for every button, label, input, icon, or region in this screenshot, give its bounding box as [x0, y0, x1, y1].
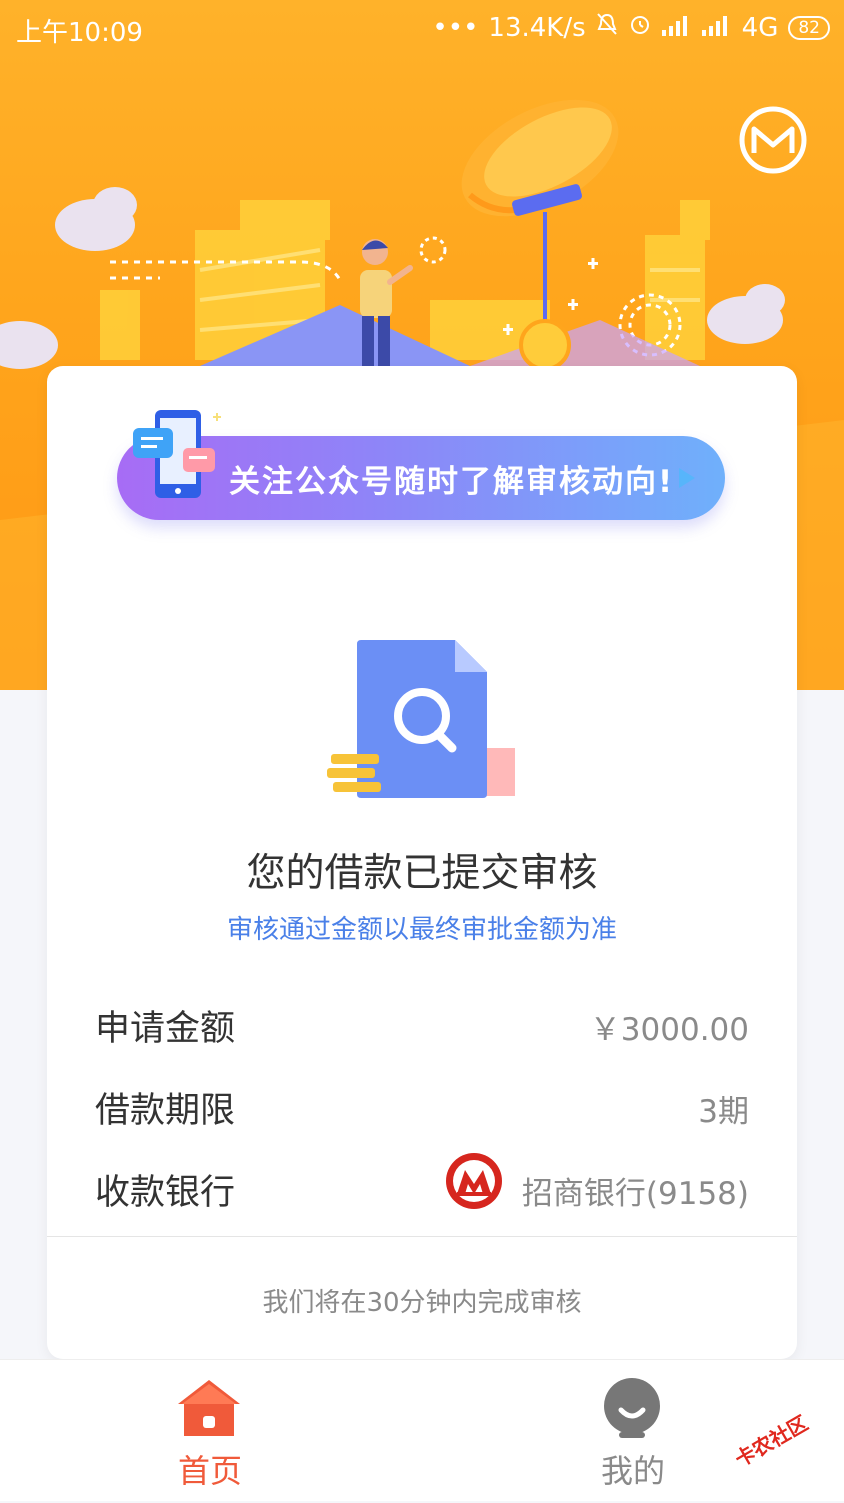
review-subtitle: 审核通过金额以最终审批金额为准 [226, 915, 617, 945]
document-search-icon [327, 640, 515, 798]
alarm-icon [628, 12, 652, 43]
term-value: 3期 [698, 1094, 749, 1130]
signal-icon [661, 13, 692, 43]
nav-mine-label: 我的 [600, 1452, 665, 1490]
status-indicators: ••• 13.4K/s 4G 82 [432, 12, 830, 43]
nav-home-label: 首页 [177, 1452, 242, 1490]
envelope-m-logo-icon[interactable] [738, 105, 808, 175]
follow-account-banner[interactable]: 关注公众号随时了解审核动向! [117, 410, 725, 520]
term-label: 借款期限 [95, 1091, 236, 1131]
amount-value: ￥3000.00 [589, 1012, 749, 1048]
status-time: 上午10:09 [16, 18, 143, 48]
review-time-note: 我们将在30分钟内完成审核 [262, 1288, 582, 1318]
detail-row-amount: 申请金额 ￥3000.00 [95, 1000, 749, 1050]
more-dots-icon: ••• [432, 12, 479, 43]
network-speed: 13.4K/s [488, 12, 586, 43]
network-type: 4G [741, 12, 779, 43]
bank-label: 收款银行 [95, 1173, 236, 1213]
detail-row-bank: 收款银行 招商银行(9158) [95, 1153, 749, 1214]
home-icon [178, 1380, 240, 1436]
cmb-bank-logo-icon [446, 1153, 502, 1209]
review-card: 关注公众号随时了解审核动向! 您的借款已提交审核 审核通过金额以最终审批金额为准… [47, 366, 797, 1359]
review-title: 您的借款已提交审核 [246, 851, 598, 896]
mute-icon [596, 12, 618, 43]
banner-arrow-icon [679, 468, 695, 488]
detail-row-term: 借款期限 3期 [95, 1082, 749, 1132]
bottom-nav: 首页 我的 [0, 1359, 844, 1501]
phone-chat-icon [133, 410, 221, 498]
signal-hd-icon [701, 13, 732, 43]
banner-text: 关注公众号随时了解审核动向! [229, 464, 675, 500]
user-icon [604, 1378, 660, 1438]
amount-label: 申请金额 [95, 1009, 236, 1049]
nav-home[interactable]: 首页 [110, 1360, 310, 1501]
battery-indicator: 82 [788, 15, 830, 40]
nav-mine[interactable]: 我的 [533, 1360, 733, 1501]
bank-value: 招商银行(9158) [521, 1176, 749, 1212]
status-bar: 上午10:09 ••• 13.4K/s 4G 82 [0, 0, 844, 58]
card-divider [47, 1236, 797, 1237]
